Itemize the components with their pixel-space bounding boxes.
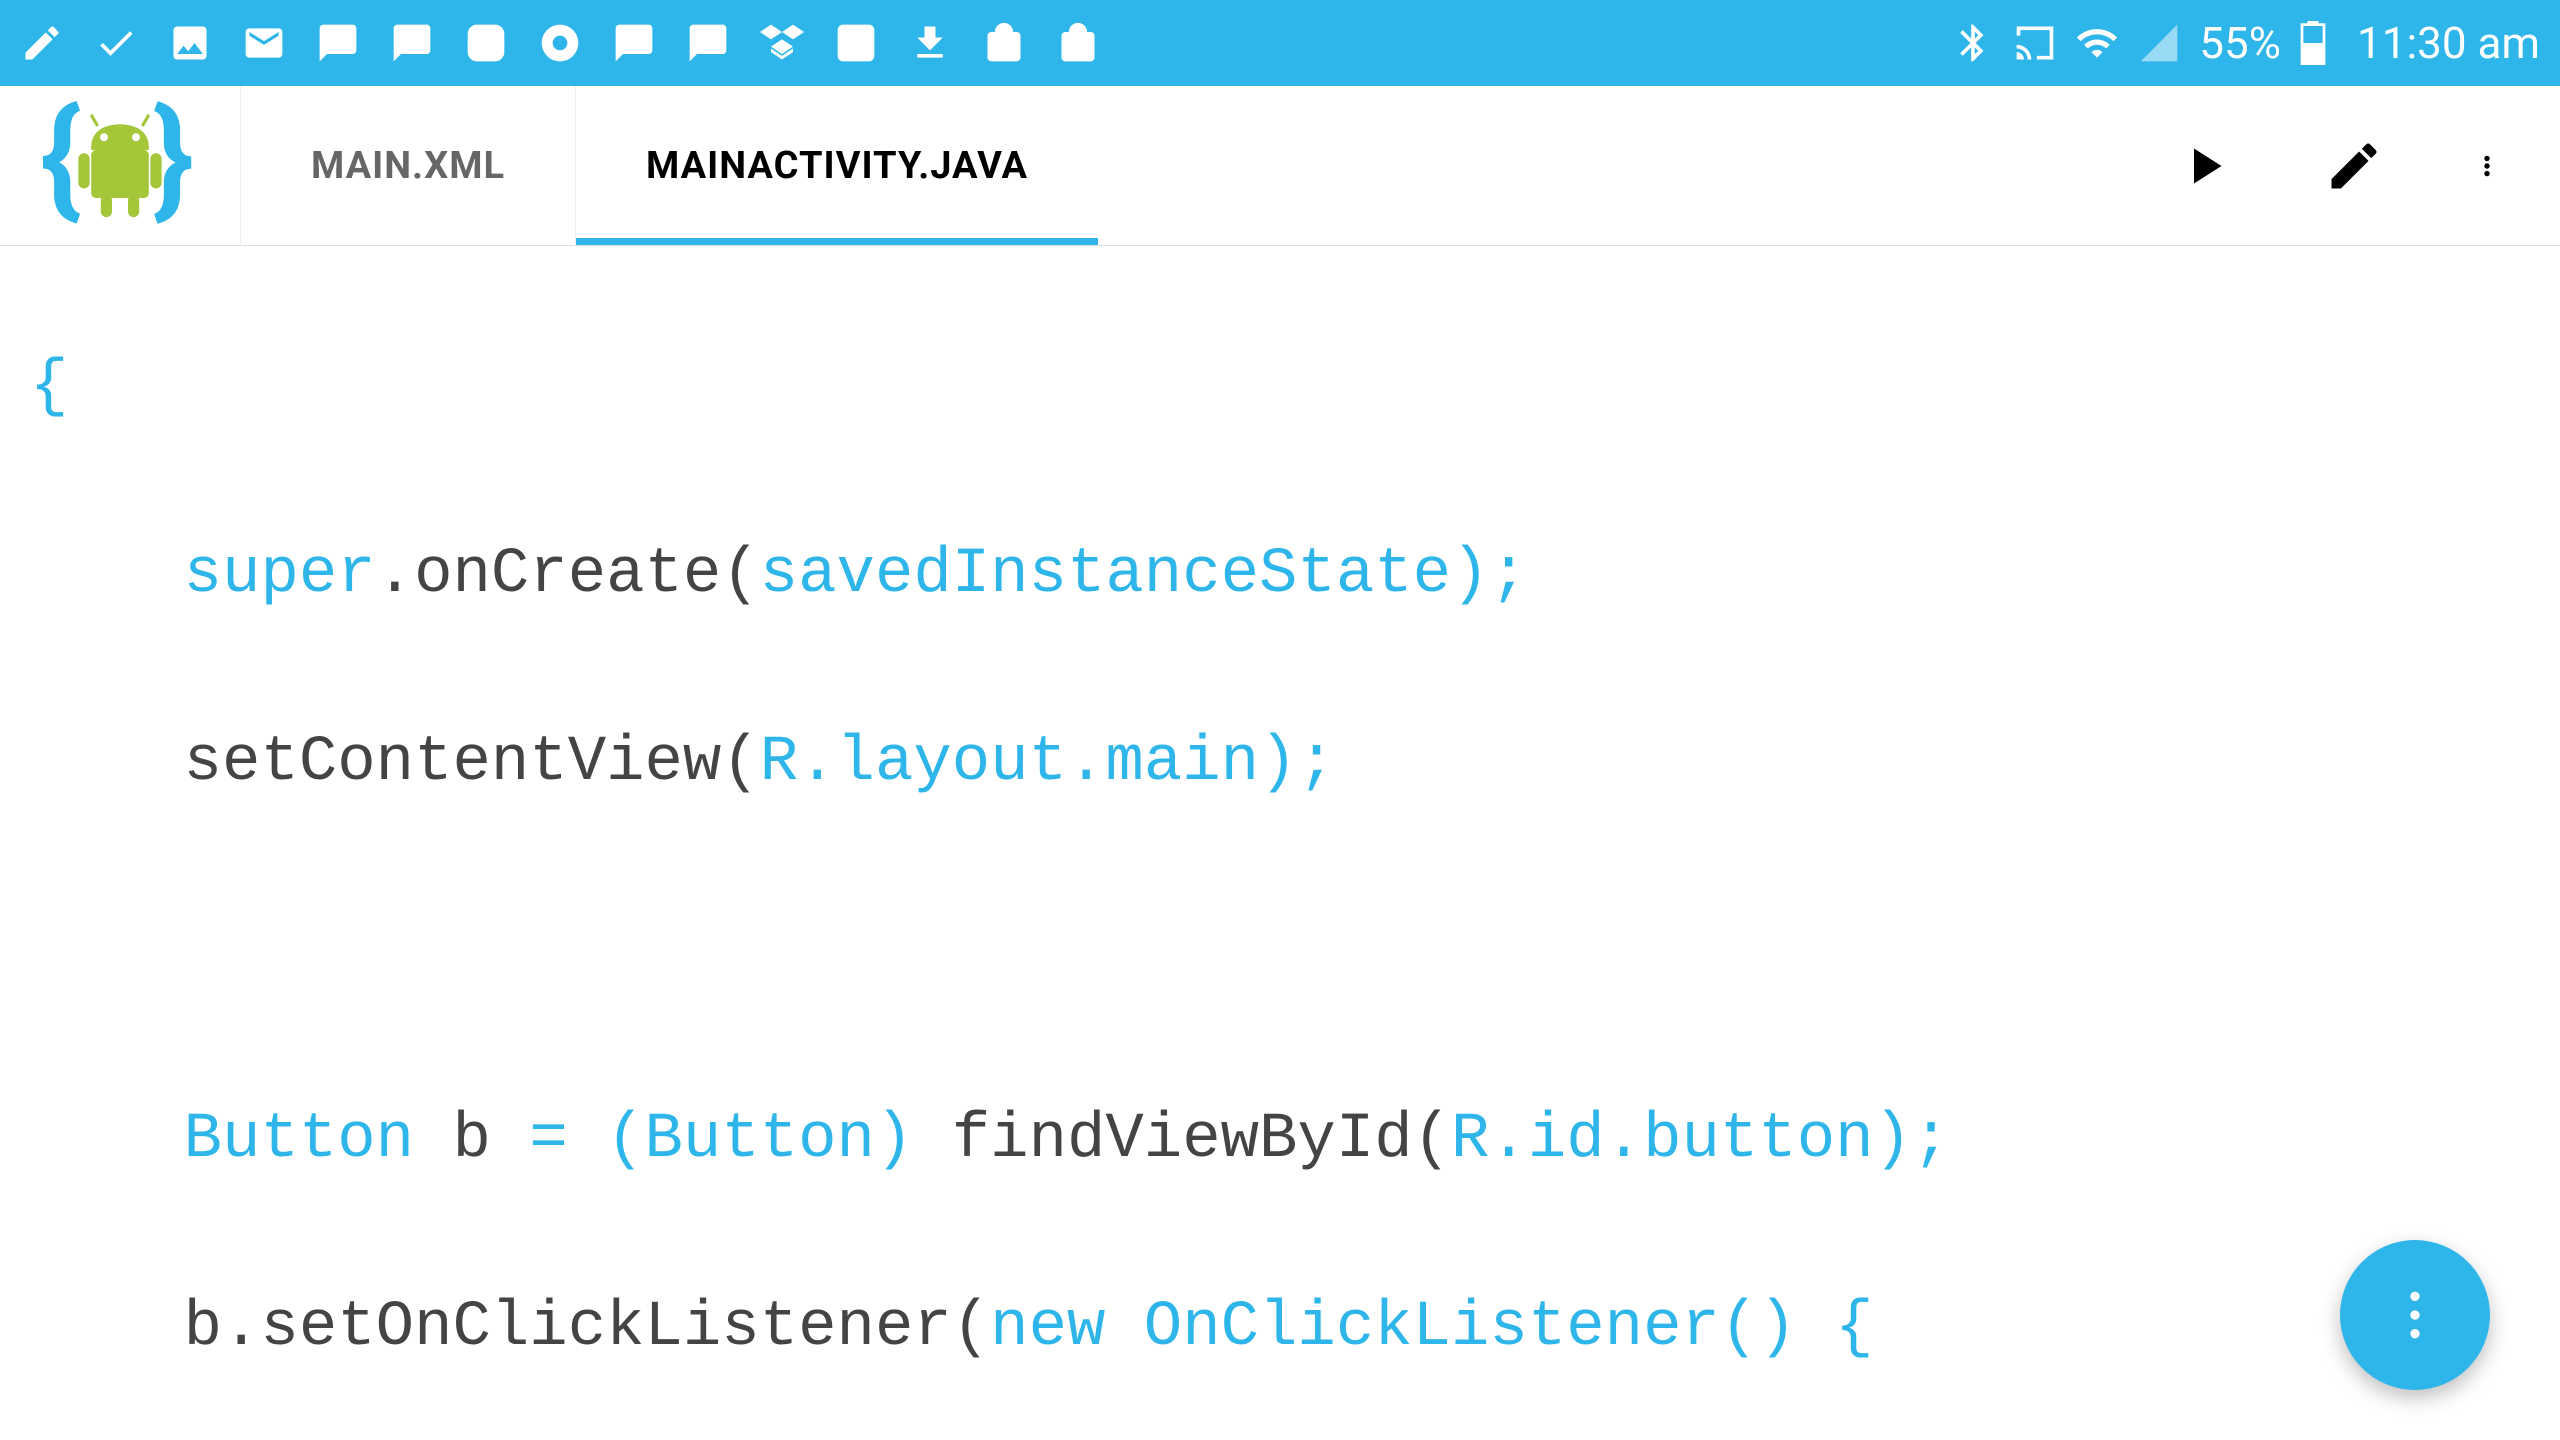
svg-text:{: { (40, 101, 82, 231)
code-token: super (184, 539, 376, 611)
run-button[interactable] (2174, 136, 2234, 196)
code-token: b (414, 1104, 529, 1176)
battery-icon (2299, 21, 2327, 65)
app-logo[interactable]: { } (0, 86, 240, 245)
chat-icon-4 (686, 21, 730, 65)
download-icon-1 (908, 21, 952, 65)
code-token: new (990, 1292, 1105, 1364)
code-token: { (30, 351, 68, 423)
code-token: Button) (645, 1104, 952, 1176)
dropbox-icon (760, 21, 804, 65)
toolbar-actions (2174, 86, 2560, 245)
signal-icon (2137, 21, 2181, 65)
shopping-icon-1 (982, 21, 1026, 65)
google-plus-icon (834, 21, 878, 65)
code-token: Button (184, 1104, 414, 1176)
code-token: R.layout.main); (760, 727, 1336, 799)
code-token: setContentView( (184, 727, 760, 799)
wifi-icon (2075, 21, 2119, 65)
pen-icon (20, 21, 64, 65)
chat-icon-1 (316, 21, 360, 65)
shopping-icon-2 (1056, 21, 1100, 65)
activity-icon (464, 21, 508, 65)
cast-icon (2013, 21, 2057, 65)
code-token: findViewById( (952, 1104, 1451, 1176)
tabs: MAIN.XML MAINACTIVITY.JAVA (240, 86, 2174, 245)
tab-mainactivity-java[interactable]: MAINACTIVITY.JAVA (575, 86, 1098, 245)
code-token: savedInstanceState); (760, 539, 1528, 611)
overflow-menu-button[interactable] (2474, 136, 2500, 196)
code-token: .onCreate( (376, 539, 760, 611)
code-token: R.id.button); (1451, 1104, 1950, 1176)
code-token: OnClickListener() { (1105, 1292, 1873, 1364)
clock-time: 11:30 am (2357, 17, 2540, 69)
toolbar: { } MAIN.XML MAINACTIVITY.JAVA (0, 86, 2560, 246)
chat-icon-3 (612, 21, 656, 65)
check-icon (94, 21, 138, 65)
tab-main-xml[interactable]: MAIN.XML (240, 86, 575, 245)
battery-percent: 55% (2199, 17, 2281, 69)
chrome-icon (538, 21, 582, 65)
chat-icon-2 (390, 21, 434, 65)
edit-button[interactable] (2324, 136, 2384, 196)
status-right: 55% 11:30 am (1951, 17, 2540, 69)
image-icon (168, 21, 212, 65)
code-token: b.setOnClickListener( (184, 1292, 991, 1364)
svg-text:}: } (152, 101, 194, 231)
fab-more-button[interactable] (2340, 1240, 2490, 1390)
code-token: = ( (529, 1104, 644, 1176)
gmail-icon (242, 21, 286, 65)
code-editor[interactable]: { super.onCreate(savedInstanceState); se… (0, 246, 2560, 1440)
status-left-icons (20, 21, 1100, 65)
status-bar: 55% 11:30 am (0, 0, 2560, 86)
bluetooth-icon (1951, 21, 1995, 65)
